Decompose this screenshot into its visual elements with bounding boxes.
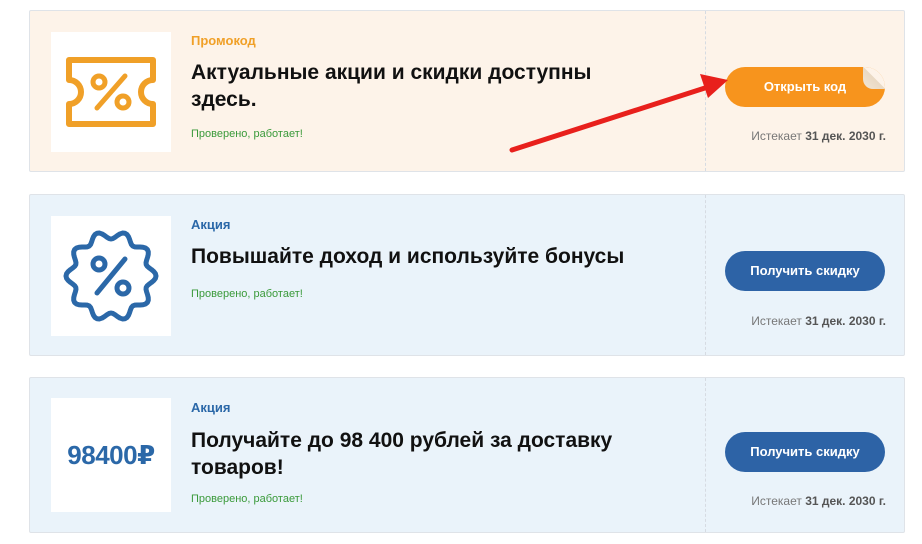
- expiry-date: 31 дек. 2030 г.: [805, 129, 886, 143]
- offer-card-promo: Промокод Актуальные акции и скидки досту…: [29, 10, 905, 172]
- offer-type-label: Акция: [191, 400, 231, 415]
- offer-type-label: Акция: [191, 217, 231, 232]
- offer-list: Промокод Актуальные акции и скидки досту…: [0, 0, 922, 544]
- open-code-button-label: Открыть код: [763, 79, 847, 94]
- ticket-percent-icon: [66, 57, 156, 127]
- offer-title[interactable]: Повышайте доход и используйте бонусы: [191, 243, 661, 270]
- verified-label: Проверено, работает!: [191, 128, 303, 140]
- verified-label: Проверено, работает!: [191, 493, 303, 505]
- expiry-prefix: Истекает: [751, 314, 802, 328]
- offer-title[interactable]: Получайте до 98 400 рублей за доставку т…: [191, 427, 661, 481]
- get-discount-button[interactable]: Получить скидку: [725, 251, 885, 291]
- badge-percent-icon: [63, 230, 159, 322]
- expiry-date: 31 дек. 2030 г.: [805, 314, 886, 328]
- expiry-info: Истекает 31 дек. 2030 г.: [726, 494, 886, 508]
- offer-card-deal-bonus: Акция Повышайте доход и используйте бону…: [29, 194, 905, 356]
- expiry-info: Истекает 31 дек. 2030 г.: [726, 314, 886, 328]
- verified-label: Проверено, работает!: [191, 288, 303, 300]
- offer-thumbnail: [51, 216, 171, 336]
- card-divider: [705, 195, 706, 355]
- get-discount-button[interactable]: Получить скидку: [725, 432, 885, 472]
- offer-title[interactable]: Актуальные акции и скидки доступны здесь…: [191, 59, 661, 113]
- expiry-date: 31 дек. 2030 г.: [805, 494, 886, 508]
- open-code-button[interactable]: Открыть код: [725, 67, 885, 107]
- expiry-prefix: Истекает: [751, 129, 802, 143]
- card-divider: [705, 11, 706, 171]
- offer-type-label: Промокод: [191, 33, 256, 48]
- card-divider: [705, 378, 706, 532]
- expiry-prefix: Истекает: [751, 494, 802, 508]
- offer-thumbnail: [51, 32, 171, 152]
- offer-card-deal-delivery: 98400₽ Акция Получайте до 98 400 рублей …: [29, 377, 905, 533]
- offer-thumbnail: 98400₽: [51, 398, 171, 512]
- amount-label: 98400₽: [67, 439, 155, 470]
- code-peel-corner: [863, 67, 885, 89]
- expiry-info: Истекает 31 дек. 2030 г.: [726, 129, 886, 143]
